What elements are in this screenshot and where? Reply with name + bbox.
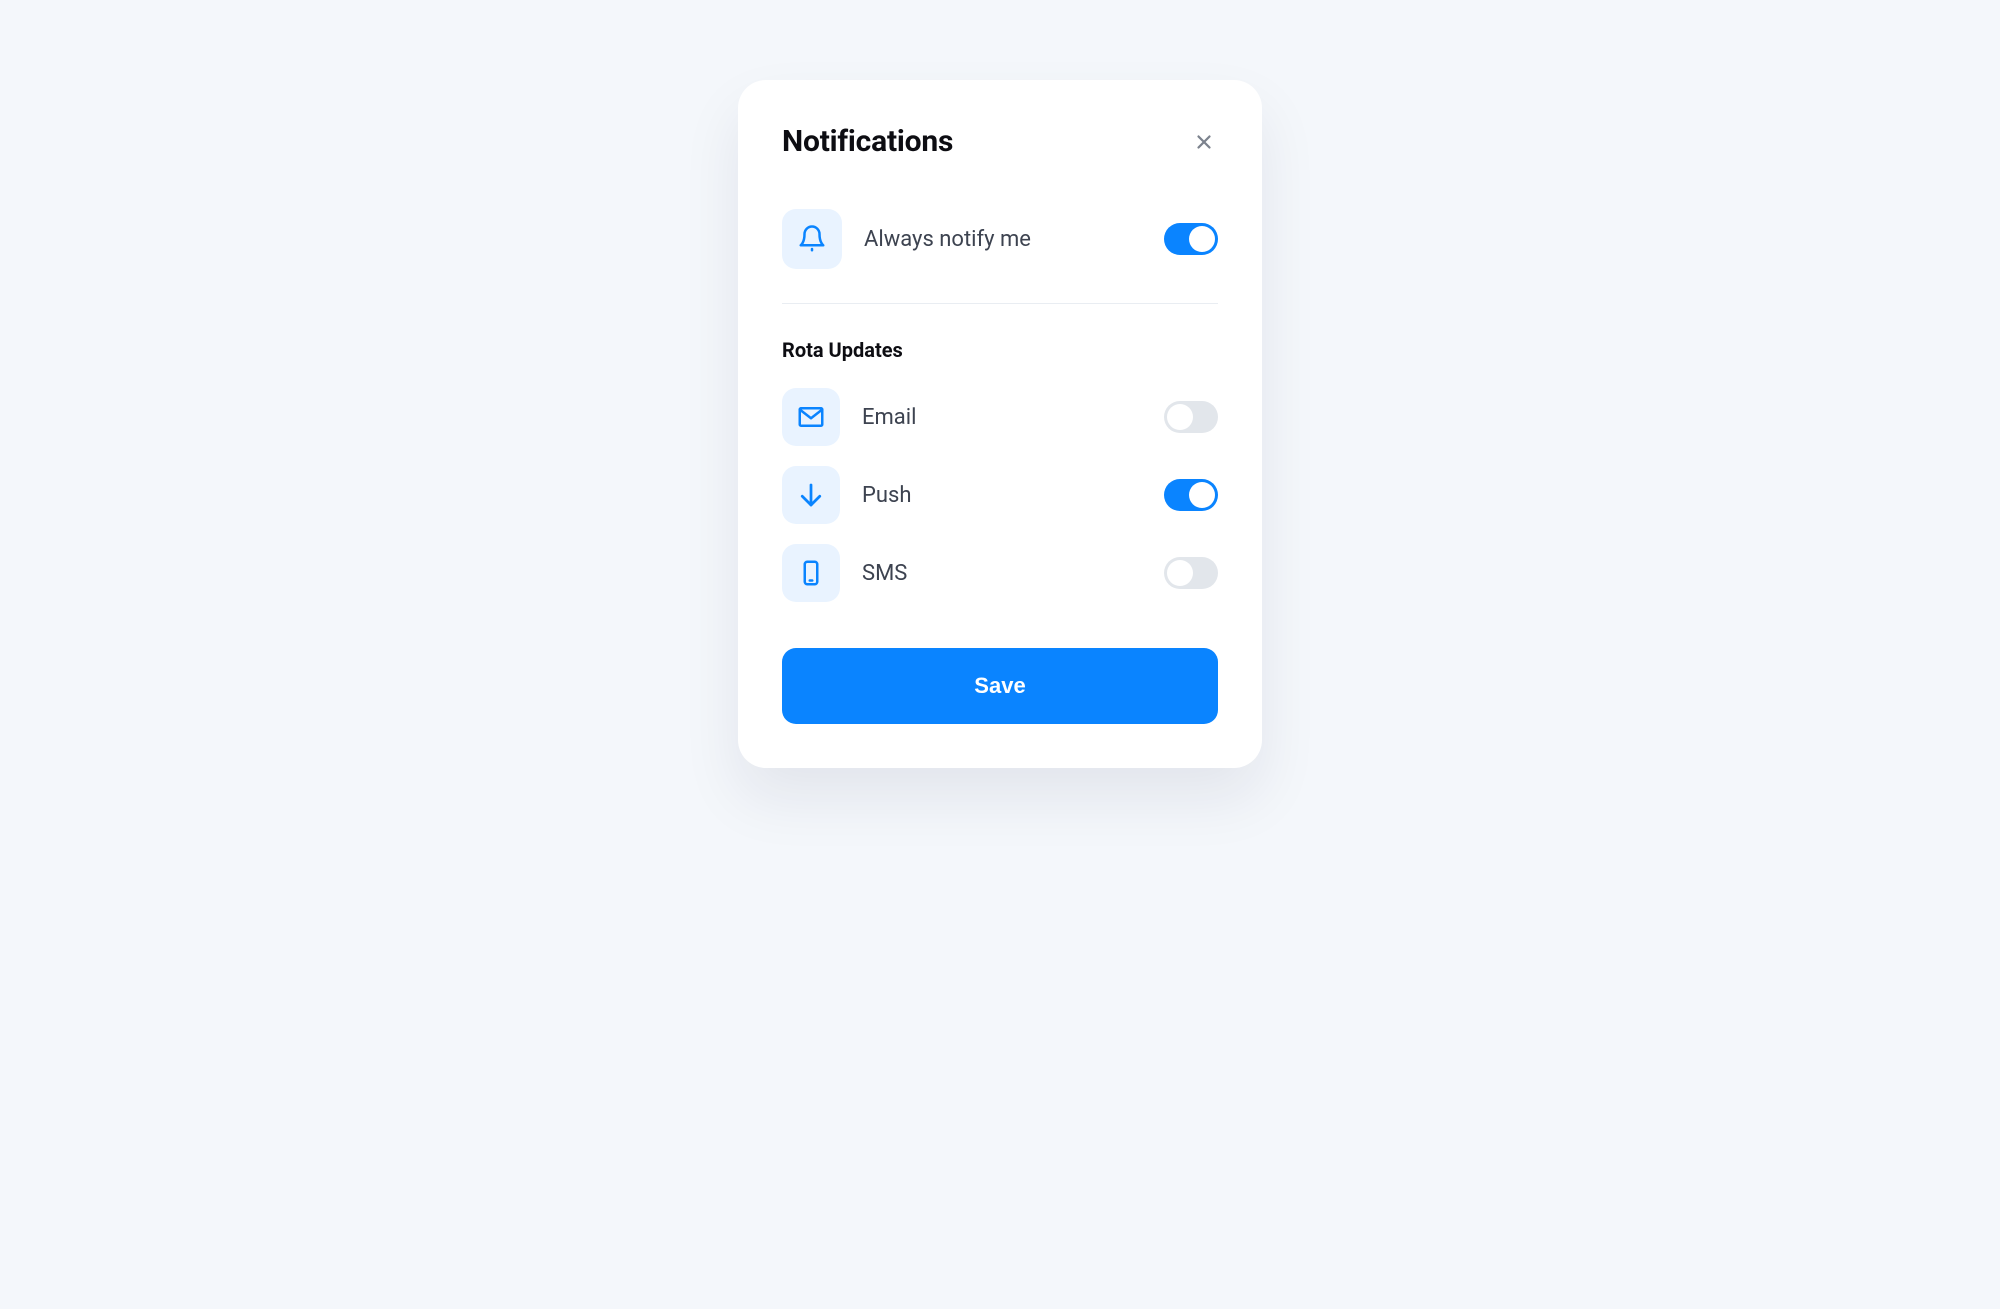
email-toggle[interactable] (1164, 401, 1218, 433)
notifications-card: Notifications Always notify me Rota Upda… (738, 80, 1262, 768)
notify-option-push: Push (782, 456, 1218, 534)
toggle-knob (1167, 404, 1193, 430)
close-icon (1193, 131, 1215, 153)
bell-icon (797, 224, 827, 254)
section-heading: Rota Updates (782, 338, 1218, 362)
push-toggle[interactable] (1164, 479, 1218, 511)
notify-option-sms: SMS (782, 534, 1218, 612)
bell-icon-tile (782, 209, 842, 269)
master-notify-label: Always notify me (864, 227, 1164, 252)
notify-option-email: Email (782, 378, 1218, 456)
arrow-down-icon (796, 480, 826, 510)
save-button[interactable]: Save (782, 648, 1218, 724)
close-button[interactable] (1190, 128, 1218, 156)
option-label: Email (862, 405, 1164, 430)
arrow-down-icon-tile (782, 466, 840, 524)
envelope-icon (796, 402, 826, 432)
toggle-knob (1189, 226, 1215, 252)
option-label: SMS (862, 561, 1164, 586)
toggle-knob (1167, 560, 1193, 586)
card-header: Notifications (782, 124, 1218, 159)
sms-toggle[interactable] (1164, 557, 1218, 589)
envelope-icon-tile (782, 388, 840, 446)
phone-icon-tile (782, 544, 840, 602)
option-label: Push (862, 483, 1164, 508)
toggle-knob (1189, 482, 1215, 508)
card-title: Notifications (782, 124, 953, 159)
master-notify-row: Always notify me (782, 195, 1218, 304)
master-notify-toggle[interactable] (1164, 223, 1218, 255)
phone-icon (796, 558, 826, 588)
